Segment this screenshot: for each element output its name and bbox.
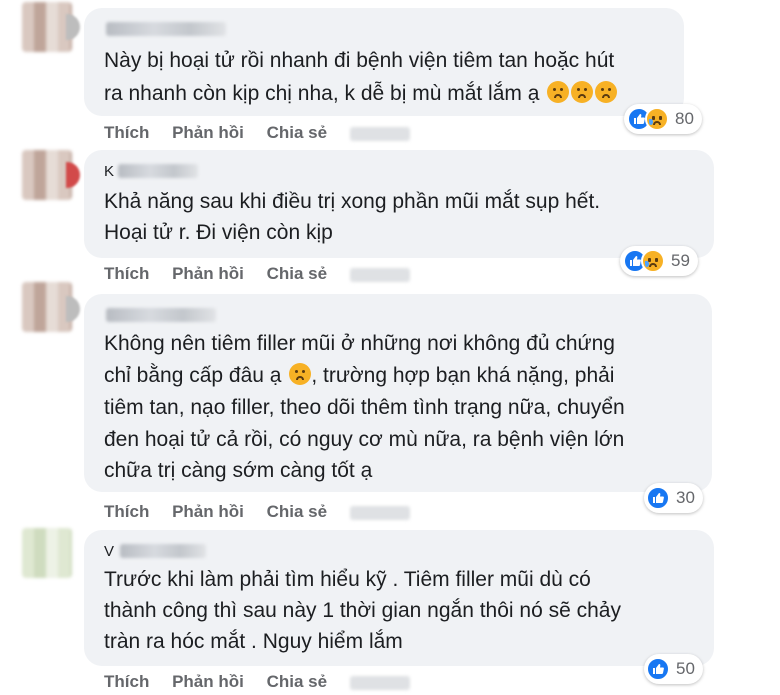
reaction-summary[interactable]: 30 — [644, 483, 703, 513]
sad-icon — [641, 249, 665, 273]
sad-icon — [645, 107, 669, 131]
commenter-name[interactable] — [120, 544, 206, 558]
comment-line: tiêm tan, nạo filler, theo dõi thêm tình… — [104, 396, 625, 419]
reaction-summary[interactable]: 59 — [620, 246, 698, 276]
reaction-count: 30 — [676, 488, 695, 507]
timestamp[interactable] — [349, 267, 410, 282]
timestamp[interactable] — [349, 675, 410, 690]
commenter-name-initial[interactable]: V — [104, 536, 114, 567]
timestamp[interactable] — [349, 126, 410, 141]
avatar[interactable] — [22, 282, 72, 332]
timestamp[interactable] — [349, 505, 410, 520]
comment-line: Không nên tiêm filler mũi ở những nơi kh… — [104, 332, 615, 355]
comment-line: Trước khi làm phải tìm hiểu kỹ . Tiêm fi… — [104, 568, 591, 591]
avatar[interactable] — [22, 150, 72, 200]
avatar[interactable] — [22, 528, 72, 578]
comment-bubble: K Khả năng sau khi điều trị xong phần mũ… — [84, 150, 714, 258]
like-button[interactable]: Thích — [104, 672, 149, 691]
reaction-summary[interactable]: 50 — [644, 654, 703, 684]
comment-actions: Thích Phản hồi Chia sẻ — [104, 672, 428, 692]
share-button[interactable]: Chia sẻ — [267, 502, 327, 521]
comment-line: thành công thì sau này 1 thời gian ngắn … — [104, 599, 621, 622]
reaction-count: 59 — [671, 251, 690, 270]
avatar-edge — [66, 296, 80, 322]
comment-line: đen hoại tử cả rồi, có nguy cơ mù nữa, r… — [104, 428, 625, 451]
reply-button[interactable]: Phản hồi — [172, 123, 244, 142]
like-icon — [646, 657, 670, 681]
comment-bubble: V Trước khi làm phải tìm hiểu kỹ . Tiêm … — [84, 530, 714, 666]
reaction-count: 50 — [676, 659, 695, 678]
comment-line-text: chỉ bằng cấp đâu ạ — [104, 364, 282, 387]
comment-line: chỉ bằng cấp đâu ạ , trường hợp bạn khá … — [104, 360, 614, 391]
comment-line: Khả năng sau khi điều trị xong phần mũi … — [104, 190, 601, 213]
like-button[interactable]: Thích — [104, 502, 149, 521]
commenter-name[interactable] — [106, 22, 226, 36]
comment-line: ra nhanh còn kịp chị nha, k dễ bị mù mắt… — [104, 78, 618, 109]
commenter-name[interactable] — [106, 308, 216, 322]
comment-line: Này bị hoại tử rồi nhanh đi bệnh viện ti… — [104, 49, 615, 72]
comment-line: Hoại tử r. Đi viện còn kịp — [104, 221, 333, 244]
like-icon — [646, 486, 670, 510]
reply-button[interactable]: Phản hồi — [172, 264, 244, 283]
avatar[interactable] — [22, 2, 72, 52]
sad-emoji-icon — [571, 81, 594, 103]
comment-line: tràn ra hóc mắt . Nguy hiểm lắm — [104, 630, 403, 653]
sad-emoji-icon — [595, 81, 618, 103]
comment-line: chữa trị càng sớm càng tốt ạ — [104, 459, 373, 482]
reply-button[interactable]: Phản hồi — [172, 672, 244, 691]
comment-line-text: ra nhanh còn kịp chị nha, k dễ bị mù mắt… — [104, 82, 540, 105]
sad-emoji-icon — [547, 81, 570, 103]
comment-actions: Thích Phản hồi Chia sẻ — [104, 123, 428, 143]
comment-bubble: Này bị hoại tử rồi nhanh đi bệnh viện ti… — [84, 8, 684, 116]
like-button[interactable]: Thích — [104, 264, 149, 283]
share-button[interactable]: Chia sẻ — [267, 264, 327, 283]
commenter-name-initial[interactable]: K — [104, 156, 114, 187]
reply-button[interactable]: Phản hồi — [172, 502, 244, 521]
avatar-edge — [66, 14, 80, 40]
like-button[interactable]: Thích — [104, 123, 149, 142]
comment-actions: Thích Phản hồi Chia sẻ — [104, 502, 428, 522]
reaction-count: 80 — [675, 109, 694, 128]
comment-line-text: , trường hợp bạn khá nặng, phải — [311, 364, 615, 387]
share-button[interactable]: Chia sẻ — [267, 123, 327, 142]
share-button[interactable]: Chia sẻ — [267, 672, 327, 691]
comment-bubble: Không nên tiêm filler mũi ở những nơi kh… — [84, 294, 712, 492]
reaction-summary[interactable]: 80 — [624, 104, 702, 134]
avatar-edge — [66, 162, 80, 188]
commenter-name[interactable] — [118, 164, 198, 178]
sad-emoji-icon — [289, 363, 312, 385]
comment-actions: Thích Phản hồi Chia sẻ — [104, 264, 428, 284]
